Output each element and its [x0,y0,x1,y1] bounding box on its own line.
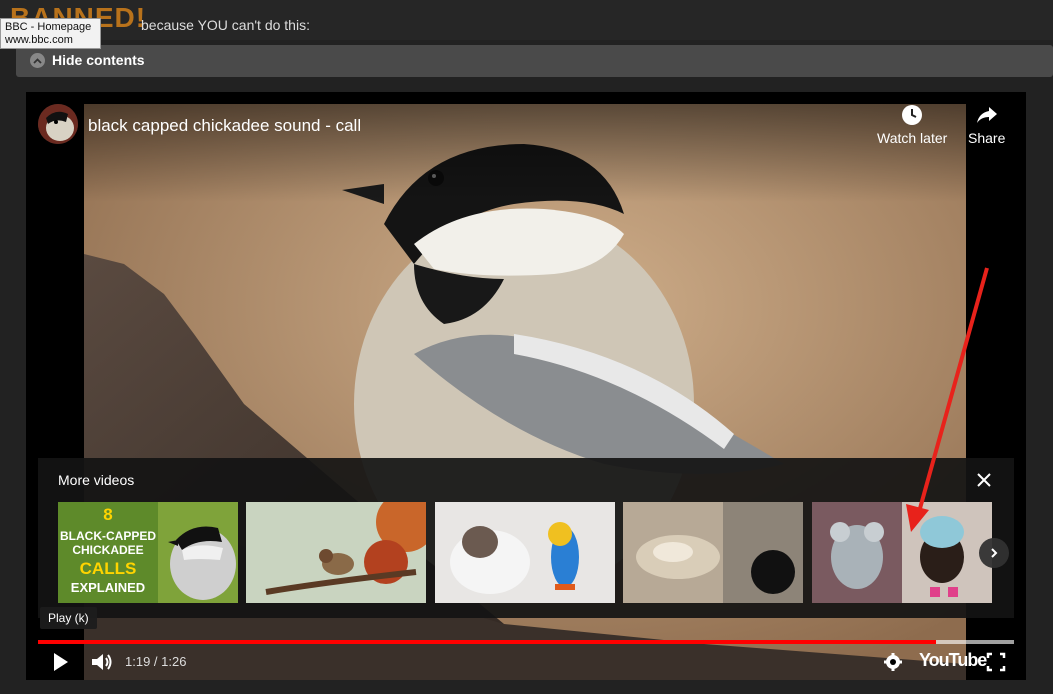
volume-icon [92,654,112,670]
time-separator: / [150,654,162,669]
hide-contents-label: Hide contents [52,52,145,68]
play-icon [54,653,68,671]
share-arrow-icon [976,107,997,123]
thumb-text-2: BLACK-CAPPED [60,529,156,543]
progress-played [38,640,936,644]
tagline: because YOU can't do this: [141,17,310,33]
time-display: 1:19 / 1:26 [125,654,186,669]
watch-later-label: Watch later [877,130,948,146]
thumb-text-4: CALLS [80,559,137,578]
top-gradient [26,92,1026,202]
link-tooltip: BBC - Homepage www.bbc.com [0,18,101,49]
video-title[interactable]: black capped chickadee sound - call [88,116,361,136]
time-current: 1:19 [125,654,151,669]
clock-icon [902,105,923,125]
watch-later-button[interactable]: Watch later [877,104,947,146]
thumb-koala-puppy[interactable] [812,502,992,603]
mute-button[interactable] [90,650,114,674]
fullscreen-button[interactable] [986,650,1006,674]
chevron-right-icon [991,548,998,558]
gear-icon [884,653,902,671]
share-label: Share [968,130,1006,146]
hide-contents-button[interactable]: Hide contents [16,45,1053,77]
chevron-up-icon [30,53,45,68]
fullscreen-icon [986,652,1006,672]
play-tooltip: Play (k) [40,607,97,629]
thumb-sparrow[interactable] [246,502,426,603]
more-videos-panel: More videos 8 BLACK-CAPPED CHICKADEE CAL… [38,458,1014,618]
thumb-text-1: 8 [103,505,112,524]
share-button[interactable]: Share [968,104,1005,146]
thumb-text-3: CHICKADEE [72,543,143,557]
next-videos-button[interactable] [979,538,1009,568]
thumb-cats-bed[interactable] [623,502,803,603]
thumb-text-5: EXPLAINED [71,580,145,595]
time-total: 1:26 [161,654,187,669]
youtube-player[interactable]: black capped chickadee sound - call Watc… [26,92,1026,680]
thumb-chickadee-calls[interactable]: 8 BLACK-CAPPED CHICKADEE CALLS EXPLAINED [58,502,238,603]
channel-avatar[interactable] [38,104,78,144]
more-videos-heading: More videos [58,472,135,488]
progress-bar[interactable] [38,640,1014,644]
tooltip-title: BBC - Homepage [5,21,92,33]
play-button[interactable] [52,650,70,674]
close-icon[interactable] [974,470,994,490]
thumb-cat-parrot[interactable] [435,502,615,603]
youtube-logo[interactable]: YouTube [919,650,987,671]
tooltip-url: www.bbc.com [5,34,73,46]
settings-button[interactable] [883,650,903,674]
